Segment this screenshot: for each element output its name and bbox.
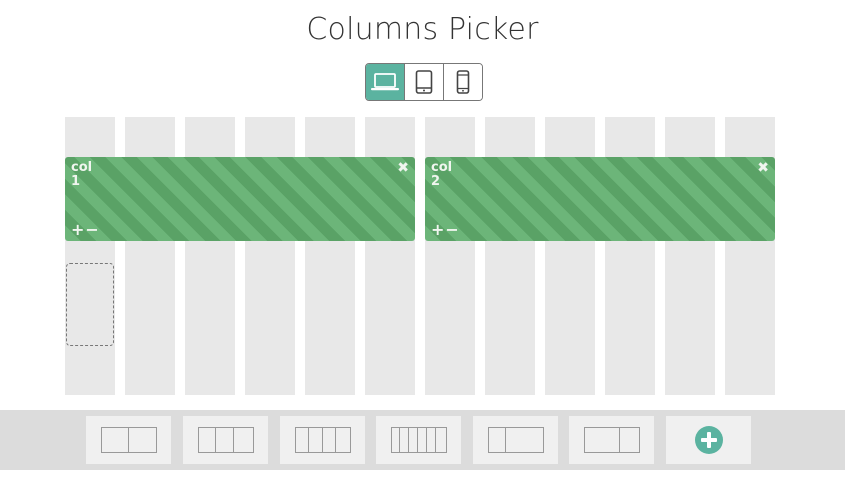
layout-preview-column — [129, 428, 156, 452]
column-block[interactable]: col 1 ✖ +− — [65, 157, 415, 241]
column-label: col 2 — [431, 161, 452, 189]
layout-preview-column — [427, 428, 437, 452]
laptop-icon — [371, 73, 399, 91]
layout-preview-column — [216, 428, 235, 452]
layout-preview-icon — [390, 427, 447, 453]
plus-circle-icon — [694, 426, 723, 454]
layout-preview-column — [336, 428, 350, 452]
preset-six-equal-button[interactable] — [376, 416, 461, 464]
layout-preview-column — [234, 428, 252, 452]
layout-preview-column — [392, 428, 401, 452]
add-layout-button[interactable] — [666, 416, 751, 464]
layout-preview-icon — [294, 427, 351, 453]
tablet-icon — [415, 70, 433, 94]
plus-icon[interactable]: + — [431, 220, 445, 239]
presets-bar — [0, 410, 845, 470]
drop-placeholder[interactable] — [66, 263, 114, 346]
layout-preview-icon — [487, 427, 544, 453]
layout-preview-column — [309, 428, 323, 452]
layout-preview-column — [436, 428, 445, 452]
minus-icon[interactable]: − — [445, 220, 459, 239]
layout-preview-column — [620, 428, 638, 452]
layout-preview-column — [296, 428, 309, 452]
minus-icon[interactable]: − — [85, 220, 99, 239]
column-label-text: col — [431, 160, 453, 175]
column-grid: col 1 ✖ +− col 2 ✖ +− — [65, 117, 775, 395]
preset-narrow-wide-button[interactable] — [473, 416, 558, 464]
preset-four-equal-button[interactable] — [280, 416, 365, 464]
layout-preview-column — [102, 428, 129, 452]
column-label-number: 1 — [71, 174, 81, 189]
column-block[interactable]: col 2 ✖ +− — [425, 157, 775, 241]
layout-preview-column — [585, 428, 621, 452]
close-icon[interactable]: ✖ — [757, 160, 769, 176]
layout-preview-column — [400, 428, 410, 452]
column-label: col 1 — [71, 161, 92, 189]
device-tablet-button[interactable] — [405, 64, 444, 100]
phone-icon — [456, 70, 470, 94]
column-label-number: 2 — [431, 174, 441, 189]
device-phone-button[interactable] — [444, 64, 482, 100]
device-switch — [365, 63, 483, 101]
page-title: Columns Picker — [306, 12, 539, 47]
layout-preview-icon — [197, 427, 254, 453]
device-laptop-button[interactable] — [366, 64, 405, 100]
column-label-text: col — [71, 160, 93, 175]
layout-preview-column — [418, 428, 428, 452]
layout-preview-column — [323, 428, 336, 452]
layout-preview-icon — [583, 427, 640, 453]
preset-two-equal-button[interactable] — [86, 416, 171, 464]
close-icon[interactable]: ✖ — [397, 160, 409, 176]
layout-preview-icon — [100, 427, 157, 453]
column-size-controls: +− — [431, 220, 460, 239]
preset-wide-narrow-button[interactable] — [569, 416, 654, 464]
layout-preview-column — [489, 428, 507, 452]
layout-preview-column — [199, 428, 217, 452]
layout-preview-column — [506, 428, 542, 452]
layout-preview-column — [409, 428, 419, 452]
plus-icon[interactable]: + — [71, 220, 85, 239]
preset-three-equal-button[interactable] — [183, 416, 268, 464]
column-size-controls: +− — [71, 220, 100, 239]
